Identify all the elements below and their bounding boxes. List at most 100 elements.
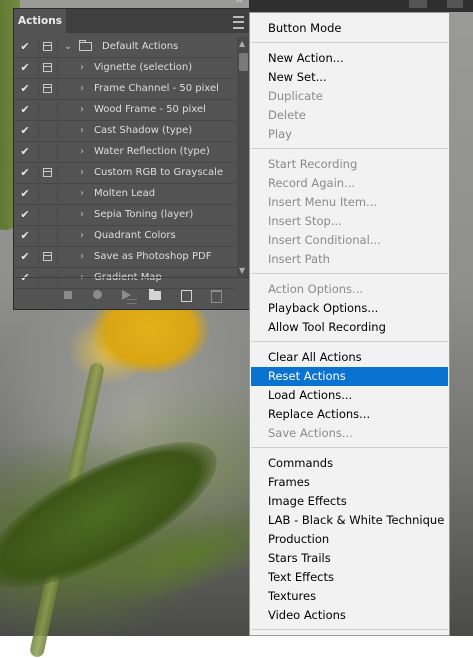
dialog-toggle[interactable] xyxy=(38,144,58,160)
toggle-check-icon[interactable]: ✔ xyxy=(14,247,36,267)
action-row[interactable]: ✔ › Molten Lead xyxy=(14,184,236,205)
action-label: Quadrant Colors xyxy=(94,230,176,241)
dialog-toggle[interactable] xyxy=(38,123,58,139)
action-row[interactable]: ✔ › Water Reflection (type) xyxy=(14,142,236,163)
action-label: Molten Lead xyxy=(94,188,156,199)
menu-item-clear-all-actions[interactable]: Clear All Actions xyxy=(251,348,448,367)
menu-item-video-actions[interactable]: Video Actions xyxy=(251,606,448,625)
action-label: Save as Photoshop PDF xyxy=(94,251,212,262)
toggle-check-icon[interactable]: ✔ xyxy=(14,205,36,225)
menu-item-button-mode[interactable]: Button Mode xyxy=(251,19,448,38)
toggle-check-icon[interactable]: ✔ xyxy=(14,163,36,183)
menu-item-replace-actions[interactable]: Replace Actions... xyxy=(251,405,448,424)
panel-menu-icon[interactable] xyxy=(233,16,244,29)
action-row[interactable]: ✔ › Quadrant Colors xyxy=(14,226,236,247)
chevron-right-icon[interactable]: › xyxy=(80,79,84,99)
scroll-thumb[interactable] xyxy=(239,53,248,71)
dialog-toggle[interactable] xyxy=(38,207,58,223)
new-set-folder-icon[interactable] xyxy=(149,289,161,300)
menu-item-save-actions: Save Actions... xyxy=(268,426,353,440)
new-action-icon[interactable] xyxy=(181,290,192,302)
dialog-toggle[interactable] xyxy=(38,60,58,76)
menu-item-new-set[interactable]: New Set... xyxy=(251,68,448,87)
menu-item-action-options: Action Options... xyxy=(268,282,364,296)
action-row[interactable]: ✔ › Frame Channel - 50 pixel xyxy=(14,79,236,100)
menu-item-delete: Delete xyxy=(268,108,306,122)
chevron-right-icon[interactable]: › xyxy=(80,247,84,267)
trash-icon[interactable] xyxy=(211,290,222,303)
menu-item-commands[interactable]: Commands xyxy=(251,454,448,473)
action-label: Sepia Toning (layer) xyxy=(94,209,194,220)
dialog-toggle[interactable] xyxy=(38,102,58,118)
actions-list: ✔ ⌄ Default Actions ✔ › Vignette (selection) ✔… xyxy=(14,37,236,289)
collapse-panel-icon[interactable]: » xyxy=(222,0,228,3)
menu-item-stars-trails[interactable]: Stars Trails xyxy=(251,549,448,568)
record-icon[interactable] xyxy=(93,290,102,299)
menu-item-insert-menu-item: Insert Menu Item... xyxy=(268,195,378,209)
menu-item-frames[interactable]: Frames xyxy=(251,473,448,492)
toggle-check-icon[interactable]: ✔ xyxy=(14,58,36,78)
dialog-toggle[interactable] xyxy=(38,186,58,202)
chevron-right-icon[interactable]: › xyxy=(80,163,84,183)
menu-separator xyxy=(251,42,448,43)
action-row[interactable]: ✔ › Vignette (selection) xyxy=(14,58,236,79)
chevron-right-icon[interactable]: › xyxy=(80,205,84,225)
menu-item-textures[interactable]: Textures xyxy=(251,587,448,606)
tab-actions[interactable]: Actions xyxy=(14,9,66,33)
menu-item-play: Play xyxy=(268,127,292,141)
menu-item-new-action[interactable]: New Action... xyxy=(251,49,448,68)
dialog-toggle[interactable] xyxy=(38,249,58,265)
dialog-icon xyxy=(43,42,52,51)
menu-item-reset-actions[interactable]: Reset Actions xyxy=(251,367,448,386)
stop-icon[interactable] xyxy=(64,291,72,299)
actions-panel: » × Actions ✔ ⌄ Default Actions ✔ › Vignette … xyxy=(13,0,251,310)
menu-separator xyxy=(251,447,448,448)
chevron-right-icon[interactable]: › xyxy=(80,184,84,204)
action-row[interactable]: ✔ › Wood Frame - 50 pixel xyxy=(14,100,236,121)
resize-handle[interactable] xyxy=(127,299,137,304)
menu-item-insert-conditional: Insert Conditional... xyxy=(268,233,381,247)
menu-item-image-effects[interactable]: Image Effects xyxy=(251,492,448,511)
panel-tab-bar: Actions xyxy=(14,9,250,33)
action-label: Vignette (selection) xyxy=(94,62,193,73)
top-toolbar-strip xyxy=(249,0,473,12)
toggle-check-icon[interactable]: ✔ xyxy=(14,100,36,120)
close-panel-icon[interactable]: × xyxy=(235,0,244,6)
toggle-check-icon[interactable]: ✔ xyxy=(14,184,36,204)
scroll-down-icon[interactable]: ▼ xyxy=(239,266,245,275)
chevron-right-icon[interactable]: › xyxy=(80,58,84,78)
actions-panel-menu: Button Mode New Action... New Set... Duplic… xyxy=(249,12,450,636)
toggle-check-icon[interactable]: ✔ xyxy=(14,37,36,57)
action-label: Cast Shadow (type) xyxy=(94,125,193,136)
toggle-check-icon[interactable]: ✔ xyxy=(14,226,36,246)
chevron-right-icon[interactable]: › xyxy=(80,121,84,141)
dialog-icon xyxy=(43,84,52,93)
action-row[interactable]: ✔ › Save as Photoshop PDF xyxy=(14,247,236,268)
chevron-down-icon[interactable]: ⌄ xyxy=(64,37,72,57)
toolbar-button[interactable] xyxy=(409,0,427,8)
dialog-toggle[interactable] xyxy=(38,81,58,97)
toggle-check-icon[interactable]: ✔ xyxy=(14,142,36,162)
scroll-up-icon[interactable]: ▲ xyxy=(239,39,245,48)
chevron-right-icon[interactable]: › xyxy=(80,100,84,120)
dialog-toggle[interactable] xyxy=(38,165,58,181)
action-row[interactable]: ✔ › Cast Shadow (type) xyxy=(14,121,236,142)
chevron-right-icon[interactable]: › xyxy=(80,142,84,162)
menu-item-playback-options[interactable]: Playback Options... xyxy=(251,299,448,318)
toggle-check-icon[interactable]: ✔ xyxy=(14,121,36,141)
menu-item-production[interactable]: Production xyxy=(251,530,448,549)
chevron-right-icon[interactable]: › xyxy=(80,226,84,246)
action-row[interactable]: ✔ › Sepia Toning (layer) xyxy=(14,205,236,226)
action-set-row[interactable]: ✔ ⌄ Default Actions xyxy=(14,37,236,58)
menu-item-insert-path: Insert Path xyxy=(268,252,330,266)
menu-item-allow-tool-recording[interactable]: Allow Tool Recording xyxy=(251,318,448,337)
menu-item-load-actions[interactable]: Load Actions... xyxy=(251,386,448,405)
dialog-toggle[interactable] xyxy=(38,228,58,244)
toolbar-button[interactable] xyxy=(447,0,463,8)
toggle-check-icon[interactable]: ✔ xyxy=(14,79,36,99)
menu-item-text-effects[interactable]: Text Effects xyxy=(251,568,448,587)
action-row[interactable]: ✔ › Custom RGB to Grayscale xyxy=(14,163,236,184)
menu-item-lab-black-white-technique[interactable]: LAB - Black & White Technique xyxy=(251,511,448,530)
menu-separator xyxy=(251,341,448,342)
dialog-toggle[interactable] xyxy=(38,39,58,55)
